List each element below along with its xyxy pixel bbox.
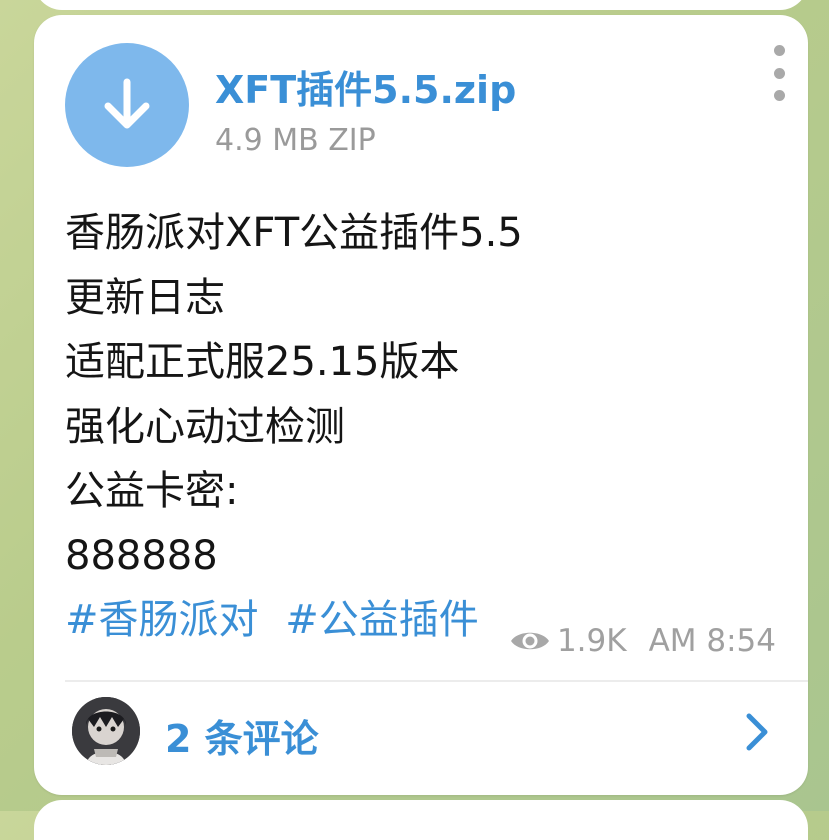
- comments-button[interactable]: 2 条评论: [34, 682, 808, 795]
- hashtag-link[interactable]: #公益插件: [285, 597, 479, 643]
- caption-line: 香肠派对XFT公益插件5.5: [65, 210, 523, 256]
- caption-line: 强化心动过检测: [65, 403, 345, 450]
- caption-line: 888888: [65, 532, 218, 579]
- next-message-card: [34, 800, 808, 840]
- comments-count-label[interactable]: 2 条评论: [165, 708, 319, 763]
- caption-line: 适配正式服25.15版本: [65, 339, 460, 385]
- caption-line: 更新日志: [65, 274, 225, 321]
- menu-dot-icon: [773, 67, 785, 79]
- caption-line: 公益卡密:: [65, 468, 239, 514]
- download-arrow-icon: [104, 78, 150, 129]
- message-caption: 香肠派对XFT公益插件5.5 更新日志 适配正式服25.15版本 强化心动过检测…: [65, 201, 785, 653]
- hashtag-link[interactable]: #香肠派对: [65, 597, 259, 643]
- message-time: AM 8:54: [648, 623, 776, 659]
- file-name[interactable]: XFT插件5.5.zip: [215, 59, 516, 114]
- channel-post-card: XFT插件5.5.zip 4.9 MB ZIP 香肠派对XFT公益插件5.5 更…: [34, 15, 808, 795]
- menu-dot-icon: [773, 45, 785, 56]
- more-options-button[interactable]: [764, 45, 794, 101]
- avatar-image: [72, 697, 140, 765]
- eye-icon: [510, 632, 549, 650]
- previous-message-card: [34, 0, 808, 10]
- file-size-type: 4.9 MB ZIP: [215, 123, 376, 158]
- download-button[interactable]: [65, 43, 189, 167]
- view-count: 1.9K: [556, 623, 627, 659]
- chevron-right-icon: [746, 713, 768, 751]
- message-meta: 1.9K AM 8:54: [509, 621, 776, 661]
- menu-dot-icon: [773, 90, 785, 101]
- file-attachment[interactable]: XFT插件5.5.zip 4.9 MB ZIP: [65, 43, 765, 173]
- avatar: [72, 697, 140, 765]
